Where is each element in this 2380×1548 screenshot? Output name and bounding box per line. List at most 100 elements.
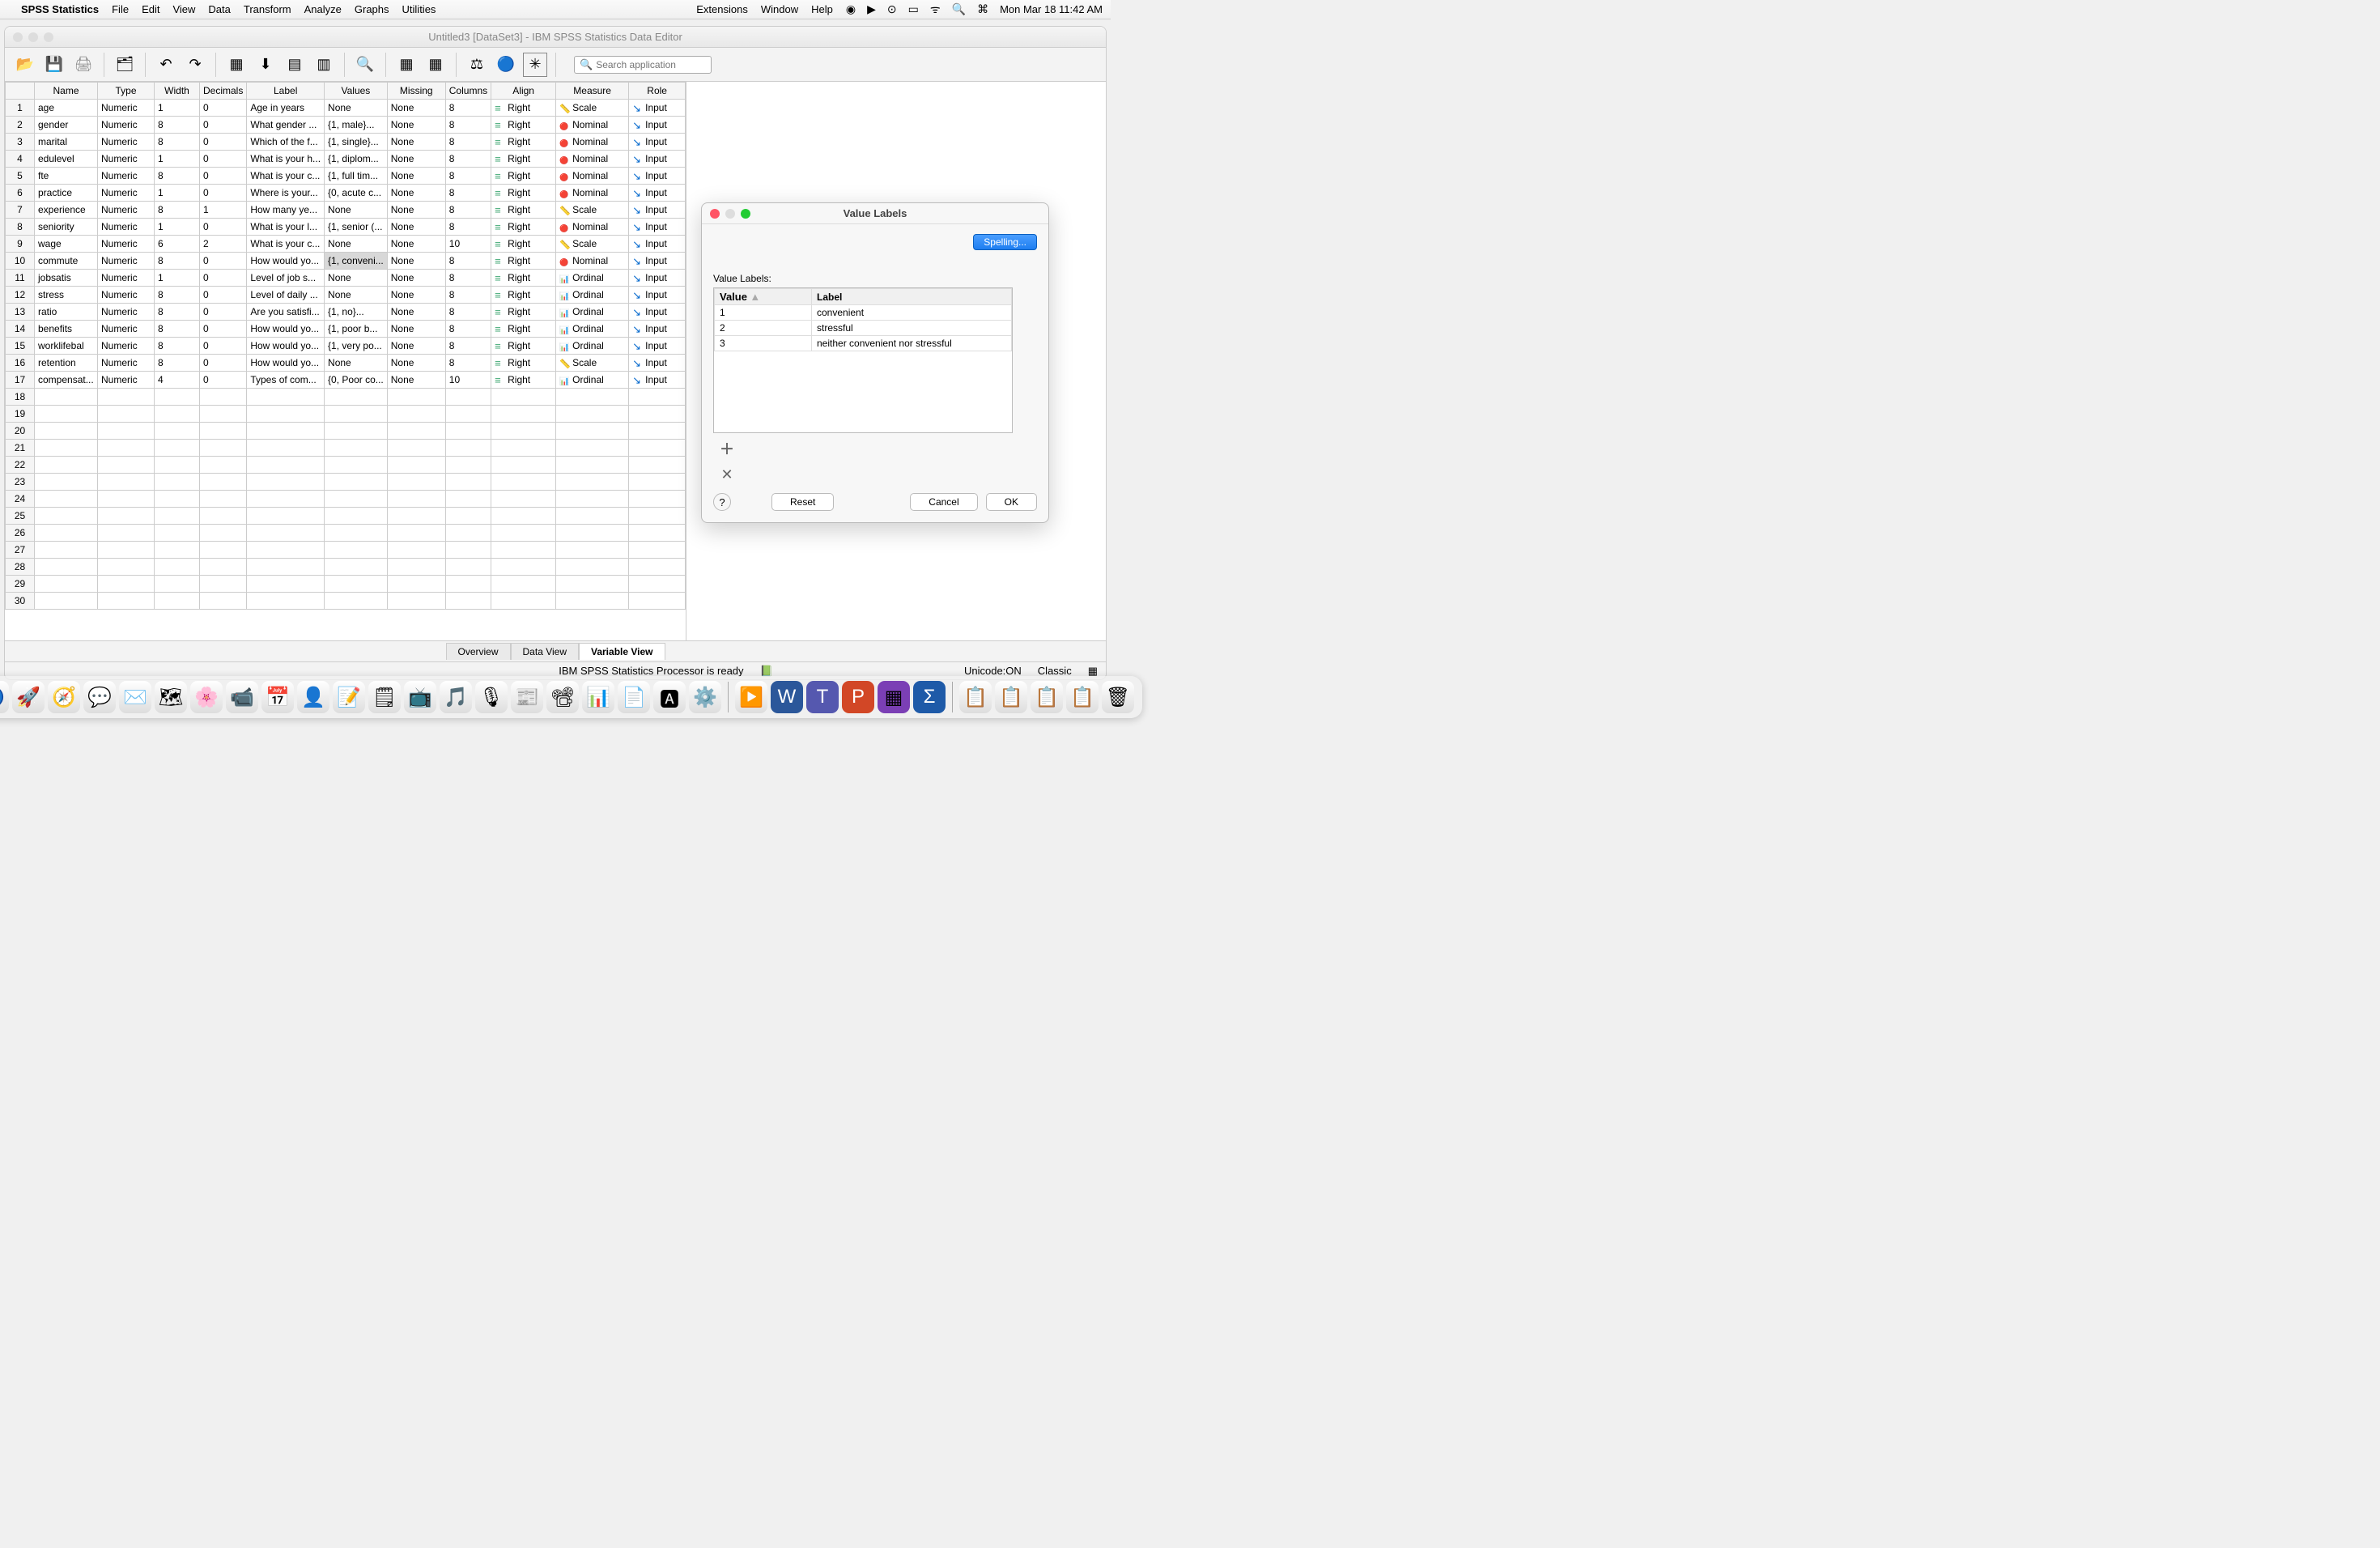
select-cases-icon[interactable]: ⚖ [465, 53, 489, 77]
cell-missing[interactable]: None [387, 168, 445, 185]
cell-missing[interactable]: None [387, 355, 445, 372]
menu-extensions[interactable]: Extensions [696, 3, 748, 15]
cell-values[interactable]: {1, single}... [325, 134, 388, 151]
cell-columns[interactable]: 8 [445, 185, 491, 202]
cell-label[interactable]: Where is your... [247, 185, 325, 202]
row-header[interactable]: 14 [6, 321, 35, 338]
cell-name[interactable]: seniority [35, 219, 98, 236]
cell-label[interactable]: How many ye... [247, 202, 325, 219]
cell-width[interactable]: 8 [155, 117, 200, 134]
empty-row[interactable]: 20 [6, 423, 686, 440]
cell-measure[interactable]: Nominal [556, 185, 629, 202]
cell-role[interactable]: Input [629, 100, 686, 117]
cell-label[interactable]: How would yo... [247, 338, 325, 355]
row-header[interactable]: 10 [6, 253, 35, 270]
cell-width[interactable]: 8 [155, 134, 200, 151]
label-cell[interactable]: convenient [812, 305, 1012, 321]
cell-role[interactable]: Input [629, 168, 686, 185]
teams-icon[interactable]: T [806, 681, 839, 713]
cell-decimals[interactable]: 0 [200, 372, 247, 389]
cell-align[interactable]: Right [491, 134, 556, 151]
qr-icon[interactable]: ▦ [878, 681, 910, 713]
cell-label[interactable]: Level of daily ... [247, 287, 325, 304]
goto-case-icon[interactable]: ▦ [224, 53, 249, 77]
cell-width[interactable]: 8 [155, 321, 200, 338]
empty-row[interactable]: 28 [6, 559, 686, 576]
keynote-icon[interactable]: 📽 [546, 681, 579, 713]
row-header[interactable]: 1 [6, 100, 35, 117]
empty-row[interactable]: 26 [6, 525, 686, 542]
redo-icon[interactable]: ↷ [183, 53, 207, 77]
col-label-dialog[interactable]: Label [812, 289, 1012, 305]
safari-icon[interactable]: 🧭 [48, 681, 80, 713]
cell-measure[interactable]: Nominal [556, 253, 629, 270]
cell-measure[interactable]: Ordinal [556, 321, 629, 338]
reset-button[interactable]: Reset [771, 493, 834, 511]
cell-align[interactable]: Right [491, 321, 556, 338]
cell-label[interactable]: What gender ... [247, 117, 325, 134]
cell-values[interactable]: {1, diplom... [325, 151, 388, 168]
variable-row[interactable]: 2genderNumeric80What gender ...{1, male}… [6, 117, 686, 134]
row-header[interactable]: 13 [6, 304, 35, 321]
cell-name[interactable]: practice [35, 185, 98, 202]
variable-row[interactable]: 15worklifebalNumeric80How would yo...{1,… [6, 338, 686, 355]
cell-width[interactable]: 8 [155, 202, 200, 219]
cancel-button[interactable]: Cancel [910, 493, 977, 511]
cell-name[interactable]: commute [35, 253, 98, 270]
cell-missing[interactable]: None [387, 253, 445, 270]
cell-width[interactable]: 1 [155, 185, 200, 202]
cell-align[interactable]: Right [491, 219, 556, 236]
col-width[interactable]: Width [155, 83, 200, 100]
cell-columns[interactable]: 8 [445, 253, 491, 270]
menu-window[interactable]: Window [761, 3, 798, 15]
cell-missing[interactable]: None [387, 185, 445, 202]
cell-decimals[interactable]: 0 [200, 270, 247, 287]
value-cell[interactable]: 3 [715, 336, 812, 351]
cell-columns[interactable]: 8 [445, 338, 491, 355]
ok-button[interactable]: OK [986, 493, 1037, 511]
cell-decimals[interactable]: 0 [200, 134, 247, 151]
calendar-icon[interactable]: 📅 [261, 681, 294, 713]
cell-label[interactable]: How would yo... [247, 253, 325, 270]
row-header[interactable]: 3 [6, 134, 35, 151]
cell-align[interactable]: Right [491, 270, 556, 287]
cell-values[interactable]: None [325, 202, 388, 219]
cell-missing[interactable]: None [387, 202, 445, 219]
cell-role[interactable]: Input [629, 134, 686, 151]
cell-decimals[interactable]: 0 [200, 185, 247, 202]
col-values[interactable]: Values [325, 83, 388, 100]
cell-align[interactable]: Right [491, 287, 556, 304]
cell-align[interactable]: Right [491, 253, 556, 270]
col-decimals[interactable]: Decimals [200, 83, 247, 100]
cell-role[interactable]: Input [629, 338, 686, 355]
wifi-icon[interactable]: ᯤ [930, 2, 941, 17]
doc3-icon[interactable]: 📋 [1031, 681, 1063, 713]
cell-name[interactable]: experience [35, 202, 98, 219]
cell-columns[interactable]: 8 [445, 287, 491, 304]
row-header[interactable]: 6 [6, 185, 35, 202]
cell-missing[interactable]: None [387, 134, 445, 151]
save-icon[interactable]: 💾 [42, 53, 66, 77]
cell-measure[interactable]: Scale [556, 355, 629, 372]
col-label[interactable]: Label [247, 83, 325, 100]
cell-decimals[interactable]: 0 [200, 338, 247, 355]
row-header[interactable]: 20 [6, 423, 35, 440]
cell-columns[interactable]: 10 [445, 372, 491, 389]
cell-columns[interactable]: 8 [445, 270, 491, 287]
row-header[interactable]: 29 [6, 576, 35, 593]
cell-type[interactable]: Numeric [98, 100, 155, 117]
cell-columns[interactable]: 8 [445, 117, 491, 134]
cell-decimals[interactable]: 0 [200, 253, 247, 270]
empty-row[interactable]: 25 [6, 508, 686, 525]
cell-align[interactable]: Right [491, 168, 556, 185]
messages-icon[interactable]: 💬 [83, 681, 116, 713]
row-header[interactable]: 5 [6, 168, 35, 185]
cell-width[interactable]: 8 [155, 253, 200, 270]
col-align[interactable]: Align [491, 83, 556, 100]
goto-var-icon[interactable]: ⬇ [253, 53, 278, 77]
cell-decimals[interactable]: 0 [200, 151, 247, 168]
row-header[interactable]: 2 [6, 117, 35, 134]
doc2-icon[interactable]: 📋 [995, 681, 1027, 713]
cell-type[interactable]: Numeric [98, 134, 155, 151]
mail-icon[interactable]: ✉️ [119, 681, 151, 713]
